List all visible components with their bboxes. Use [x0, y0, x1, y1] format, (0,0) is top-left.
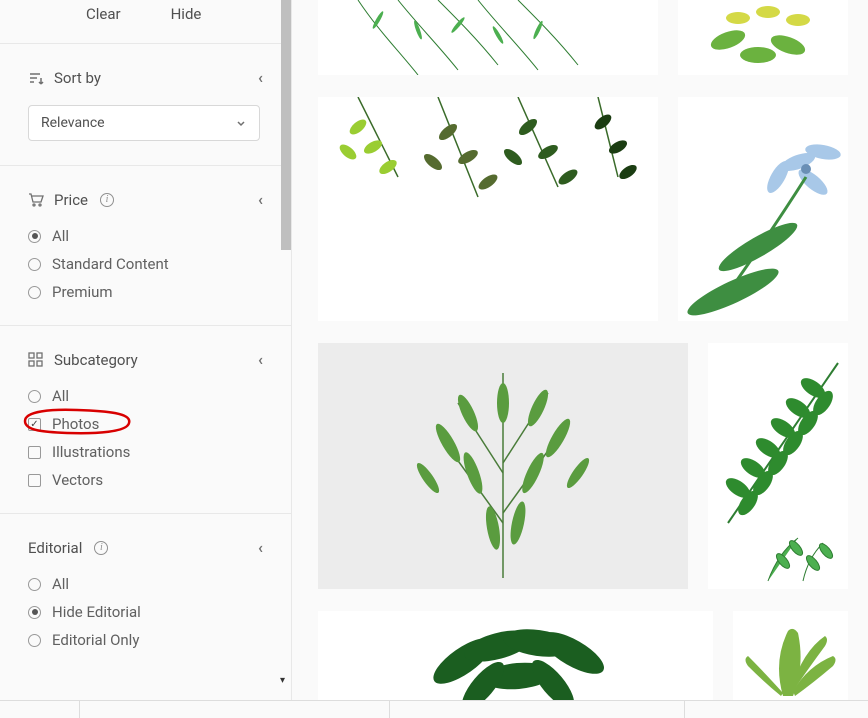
price-option-premium[interactable]: Premium [28, 283, 263, 301]
price-header[interactable]: Price i ‹ [28, 190, 263, 209]
cart-icon [28, 192, 44, 208]
price-title: Price [54, 191, 88, 209]
option-label: Vectors [52, 471, 103, 489]
editorial-option-hide[interactable]: Hide Editorial [28, 603, 263, 621]
checkbox-icon [28, 474, 41, 487]
radio-icon [28, 230, 41, 243]
sort-select[interactable]: Relevance [28, 105, 260, 141]
price-option-standard[interactable]: Standard Content [28, 255, 263, 273]
editorial-option-all[interactable]: All [28, 575, 263, 593]
status-bar [0, 700, 868, 718]
chevron-left-icon: ‹ [258, 538, 263, 557]
option-label: All [52, 575, 69, 593]
option-label: Premium [52, 283, 113, 301]
scrollbar-thumb[interactable] [281, 0, 291, 250]
subcategory-option-vectors[interactable]: Vectors [28, 471, 263, 489]
scroll-dropdown-caret[interactable]: ▾ [280, 675, 285, 686]
option-label: Standard Content [52, 255, 169, 273]
price-option-all[interactable]: All [28, 227, 263, 245]
info-icon[interactable]: i [100, 193, 114, 207]
radio-icon [28, 606, 41, 619]
subcategory-option-all[interactable]: All [28, 387, 263, 405]
subcategory-title: Subcategory [54, 351, 138, 369]
subcategory-header[interactable]: Subcategory ‹ [28, 350, 263, 369]
result-thumbnail[interactable] [318, 0, 658, 75]
sort-header[interactable]: Sort by ‹ [28, 68, 263, 87]
chevron-left-icon: ‹ [258, 190, 263, 209]
chevron-down-icon [235, 117, 247, 129]
info-icon[interactable]: i [94, 541, 108, 555]
radio-icon [28, 578, 41, 591]
editorial-title: Editorial [28, 539, 82, 557]
sort-selected-value: Relevance [41, 115, 105, 131]
radio-icon [28, 286, 41, 299]
editorial-option-only[interactable]: Editorial Only [28, 631, 263, 649]
clear-filters-link[interactable]: Clear [86, 5, 121, 23]
option-label: Hide Editorial [52, 603, 141, 621]
option-label: Illustrations [52, 443, 130, 461]
radio-icon [28, 390, 41, 403]
option-label: All [52, 387, 69, 405]
option-label: Photos [52, 415, 99, 433]
radio-icon [28, 634, 41, 647]
result-thumbnail[interactable] [678, 97, 848, 321]
editorial-header[interactable]: Editorial i ‹ [28, 538, 263, 557]
checkbox-icon: ✓ [28, 418, 41, 431]
checkbox-icon [28, 446, 41, 459]
result-thumbnail[interactable] [318, 611, 713, 700]
chevron-left-icon: ‹ [258, 350, 263, 369]
radio-icon [28, 258, 41, 271]
result-thumbnail[interactable] [318, 343, 688, 589]
chevron-left-icon: ‹ [258, 68, 263, 87]
sort-icon [28, 70, 44, 86]
result-thumbnail[interactable] [318, 97, 658, 321]
result-thumbnail[interactable] [708, 343, 848, 589]
option-label: All [52, 227, 69, 245]
subcategory-option-photos[interactable]: ✓ Photos [28, 415, 263, 433]
subcategory-option-illustrations[interactable]: Illustrations [28, 443, 263, 461]
grid-icon [28, 352, 44, 368]
hide-filters-link[interactable]: Hide [171, 5, 202, 23]
results-grid [292, 0, 868, 700]
filters-sidebar: ▾ Clear Hide Sort by ‹ Relevance [0, 0, 292, 700]
option-label: Editorial Only [52, 631, 139, 649]
sort-title: Sort by [54, 69, 101, 87]
result-thumbnail[interactable] [733, 611, 848, 700]
result-thumbnail[interactable] [678, 0, 848, 75]
